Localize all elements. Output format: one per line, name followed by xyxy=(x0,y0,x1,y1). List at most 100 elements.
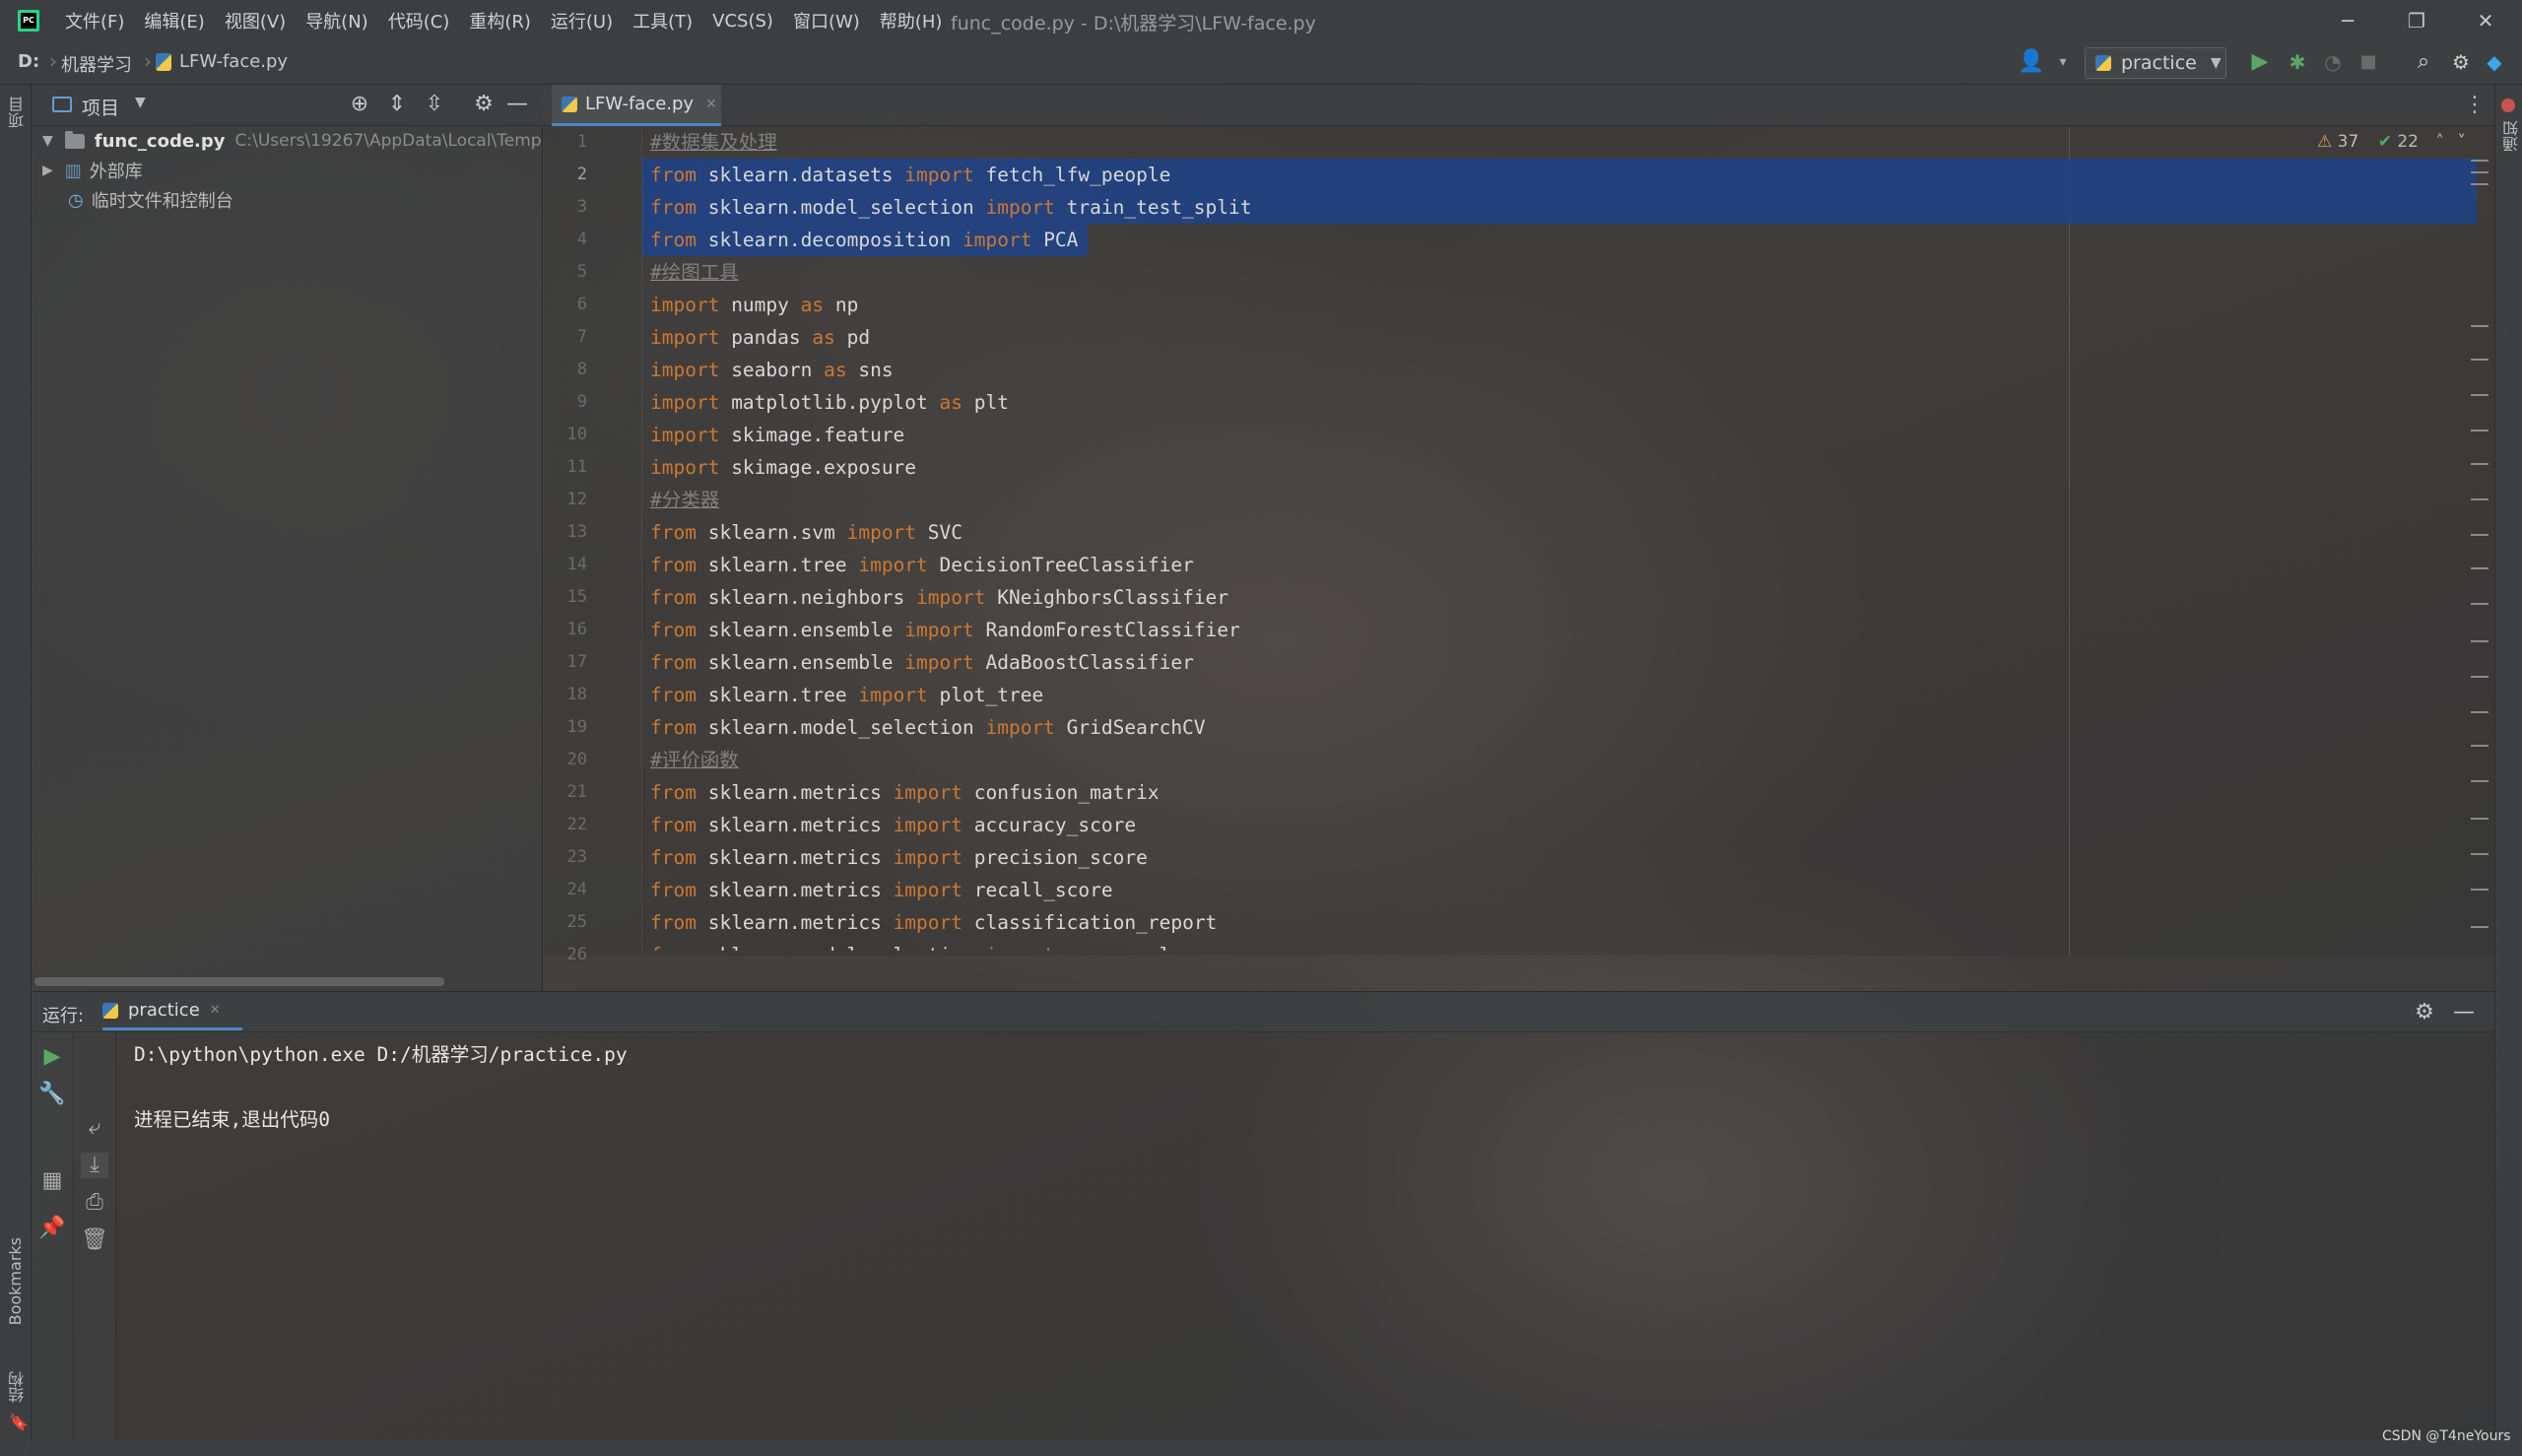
keyword-token: import xyxy=(904,164,974,186)
project-tool-button[interactable]: 项目 xyxy=(6,97,30,128)
trash-icon[interactable]: 🗑 xyxy=(81,1227,108,1253)
jetbrains-toolbox-icon[interactable]: ◆ xyxy=(2481,49,2508,75)
code-line: #数据集及处理 xyxy=(650,126,777,159)
pycharm-logo-icon[interactable] xyxy=(18,10,39,32)
chevron-down-icon[interactable]: ▼ xyxy=(42,133,53,149)
expand-all-icon[interactable]: ⇕ xyxy=(383,92,411,117)
menu-tools[interactable]: 工具(T) xyxy=(632,8,693,33)
error-stripe-mark[interactable] xyxy=(2471,160,2489,162)
tree-item-scratches[interactable]: ◷ 临时文件和控制台 xyxy=(68,185,233,215)
error-stripe-mark[interactable] xyxy=(2471,603,2489,605)
layout-icon[interactable]: ▦ xyxy=(38,1168,66,1194)
error-stripe-mark[interactable] xyxy=(2471,780,2489,782)
code-token: sklearn.model_selection xyxy=(697,944,986,951)
bookmarks-tool-button[interactable]: Bookmarks xyxy=(6,1237,25,1325)
chevron-down-icon[interactable]: ▾ xyxy=(2049,49,2077,75)
minimize-icon[interactable]: ─ xyxy=(2325,4,2370,37)
options-gear-icon[interactable]: ⚙ xyxy=(470,92,498,117)
line-number: 16 xyxy=(566,620,587,639)
error-stripe-mark[interactable] xyxy=(2471,889,2489,891)
line-number: 20 xyxy=(566,750,587,769)
rerun-icon[interactable]: ▶ xyxy=(38,1044,66,1070)
structure-tool-button[interactable]: 结构 xyxy=(6,1371,30,1403)
locate-file-icon[interactable]: ⊕ xyxy=(346,92,373,117)
error-stripe-mark[interactable] xyxy=(2471,745,2489,747)
notifications-tool-button[interactable]: 通知 xyxy=(2500,120,2522,152)
code-token: numpy xyxy=(719,294,801,316)
horizontal-scrollbar[interactable] xyxy=(34,977,444,986)
error-stripe-mark[interactable] xyxy=(2471,818,2489,820)
menu-navigate[interactable]: 导航(N) xyxy=(305,8,368,33)
run-config-selector[interactable]: practice ▼ xyxy=(2085,47,2226,79)
chevron-up-icon[interactable]: ˄ xyxy=(2435,132,2444,152)
error-stripe-mark[interactable] xyxy=(2471,183,2489,185)
menu-edit[interactable]: 编辑(E) xyxy=(144,8,204,33)
error-stripe-mark[interactable] xyxy=(2471,359,2489,361)
hide-panel-icon[interactable]: — xyxy=(503,92,531,117)
console-output[interactable]: D:\python\python.exe D:/机器学习/practice.py… xyxy=(116,1032,2494,1440)
menu-vcs[interactable]: VCS(S) xyxy=(712,11,773,32)
keyword-token: from xyxy=(650,814,697,836)
error-stripe-mark[interactable] xyxy=(2471,676,2489,678)
menu-window[interactable]: 窗口(W) xyxy=(793,8,860,33)
error-stripe-mark[interactable] xyxy=(2471,926,2489,928)
error-stripe-mark[interactable] xyxy=(2471,430,2489,431)
breadcrumb-drive[interactable]: D: xyxy=(18,51,39,72)
notification-icon[interactable] xyxy=(2501,99,2515,112)
keyword-token: import xyxy=(893,879,963,901)
status-bar xyxy=(0,1440,2522,1456)
debug-icon[interactable]: ✱ xyxy=(2284,49,2311,75)
watermark: CSDN @T4neYours xyxy=(2382,1428,2511,1444)
close-tab-icon[interactable]: ✕ xyxy=(210,1003,221,1018)
edit-config-wrench-icon[interactable]: 🔧 xyxy=(38,1082,66,1107)
error-stripe-mark[interactable] xyxy=(2471,171,2489,173)
warnings-indicator[interactable]: ⚠ 37 ✔ 22 ˄ ˅ xyxy=(2317,132,2466,152)
close-tab-icon[interactable]: ✕ xyxy=(705,97,717,112)
soft-wrap-icon[interactable]: ⤶ xyxy=(81,1115,108,1141)
error-stripe-mark[interactable] xyxy=(2471,853,2489,855)
chevron-right-icon[interactable]: ▶ xyxy=(42,163,53,178)
close-window-icon[interactable]: ✕ xyxy=(2463,4,2508,37)
error-stripe-mark[interactable] xyxy=(2471,534,2489,536)
hide-run-panel-icon[interactable]: — xyxy=(2450,1000,2478,1026)
coverage-icon[interactable]: ◔ xyxy=(2319,49,2347,75)
breadcrumb-folder[interactable]: 机器学习 xyxy=(61,51,132,77)
menu-help[interactable]: 帮助(H) xyxy=(880,8,943,33)
print-icon[interactable]: ⎙ xyxy=(81,1190,108,1216)
search-icon[interactable]: ⌕ xyxy=(2410,49,2437,75)
project-view-label[interactable]: 项目 xyxy=(82,94,119,120)
more-vertical-icon[interactable]: ⋮ xyxy=(2461,93,2489,118)
breadcrumb-file[interactable]: LFW-face.py xyxy=(179,51,288,72)
stop-icon[interactable]: ■ xyxy=(2355,49,2382,75)
run-tab-practice[interactable]: practice ✕ xyxy=(102,993,242,1030)
tree-item-external-libraries[interactable]: ▶ ▥ 外部库 xyxy=(42,156,143,185)
collapse-all-icon[interactable]: ⇳ xyxy=(421,92,448,117)
menu-view[interactable]: 视图(V) xyxy=(225,8,286,33)
error-stripe-mark[interactable] xyxy=(2471,567,2489,569)
keyword-token: import xyxy=(650,456,720,479)
error-stripe-mark[interactable] xyxy=(2471,640,2489,642)
code-token: np xyxy=(824,294,859,316)
restore-icon[interactable]: ❐ xyxy=(2394,4,2439,37)
tree-item-func-code[interactable]: ▼ func_code.py C:\Users\19267\AppData\Lo… xyxy=(42,126,542,156)
error-stripe-mark[interactable] xyxy=(2471,498,2489,500)
error-stripe-mark[interactable] xyxy=(2471,394,2489,396)
user-icon[interactable]: 👤 xyxy=(2018,49,2045,75)
error-stripe-mark[interactable] xyxy=(2471,711,2489,713)
menu-refactor[interactable]: 重构(R) xyxy=(469,8,531,33)
menu-run[interactable]: 运行(U) xyxy=(551,8,613,33)
editor-tab-lfw-face[interactable]: LFW-face.py ✕ xyxy=(552,85,721,126)
menu-code[interactable]: 代码(C) xyxy=(388,8,450,33)
scroll-to-end-icon[interactable]: ⤓ xyxy=(81,1153,108,1178)
chevron-down-icon[interactable]: ▼ xyxy=(135,95,146,110)
run-settings-gear-icon[interactable]: ⚙ xyxy=(2411,1000,2438,1026)
run-icon[interactable]: ▶ xyxy=(2246,49,2274,75)
error-stripe-mark[interactable] xyxy=(2471,463,2489,465)
chevron-down-icon[interactable]: ˅ xyxy=(2457,132,2466,152)
pin-tab-icon[interactable]: 📌 xyxy=(38,1216,66,1241)
line-number: 1 xyxy=(576,132,587,152)
settings-gear-icon[interactable]: ⚙ xyxy=(2447,49,2475,75)
menu-file[interactable]: 文件(F) xyxy=(65,8,124,33)
error-stripe-mark[interactable] xyxy=(2471,325,2489,327)
right-tool-strip: 通知 xyxy=(2494,85,2522,1456)
